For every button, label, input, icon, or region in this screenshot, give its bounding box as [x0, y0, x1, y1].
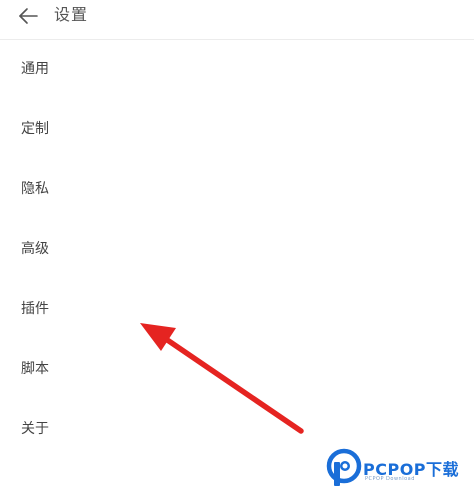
menu-item-privacy[interactable]: 隐私	[0, 160, 474, 220]
settings-menu: 通用 定制 隐私 高级 插件 脚本 关于	[0, 40, 474, 460]
menu-item-advanced[interactable]: 高级	[0, 220, 474, 280]
menu-item-general[interactable]: 通用	[0, 40, 474, 100]
menu-item-scripts[interactable]: 脚本	[0, 340, 474, 400]
settings-page: 设置 通用 定制 隐私 高级 插件 脚本 关于 PCPOP下载 PCPOP Do…	[0, 0, 474, 493]
arrow-left-icon	[19, 8, 38, 24]
back-button[interactable]	[14, 2, 42, 30]
page-title: 设置	[54, 5, 89, 24]
watermark: PCPOP下载 PCPOP Download	[326, 448, 474, 490]
menu-item-plugins[interactable]: 插件	[0, 280, 474, 340]
pcpop-logo-icon	[326, 448, 362, 486]
header-bar: 设置	[0, 0, 474, 38]
menu-item-customize[interactable]: 定制	[0, 100, 474, 160]
watermark-subtitle: PCPOP Download	[365, 476, 415, 482]
